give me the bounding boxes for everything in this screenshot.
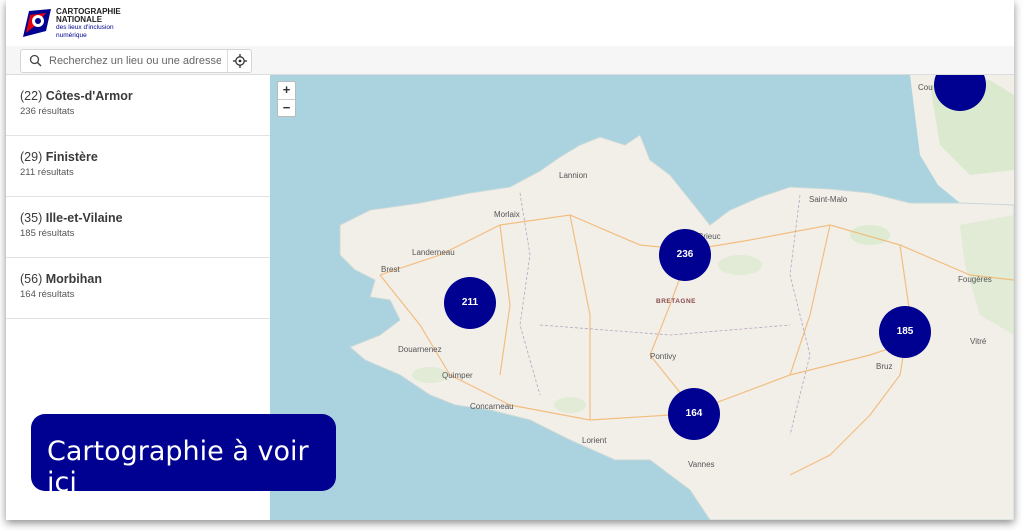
cluster-marker[interactable]: 211 <box>444 277 496 329</box>
place-label: Brest <box>381 265 400 274</box>
place-label: Concarneau <box>470 402 514 411</box>
cluster-marker[interactable]: 185 <box>879 306 931 358</box>
department-label: Finistère <box>45 150 98 164</box>
list-item[interactable]: (56) Morbihan 164 résultats <box>6 258 270 319</box>
place-label: Quimper <box>442 371 473 380</box>
cluster-marker[interactable]: 236 <box>659 229 711 281</box>
search-box <box>20 49 252 73</box>
search-input[interactable] <box>49 52 221 69</box>
header: CARTOGRAPHIE NATIONALE des lieux d'inclu… <box>6 0 1014 47</box>
department-code: (35) <box>20 211 43 225</box>
place-label: Pontivy <box>650 352 677 361</box>
place-label: Vannes <box>688 460 715 469</box>
place-label: Lannion <box>559 171 588 180</box>
banner-text: Cartographie à voir ici <box>47 436 309 498</box>
department-results: 211 résultats <box>20 167 74 178</box>
department-label: Côtes-d'Armor <box>45 89 133 103</box>
department-name: (22) Côtes-d'Armor <box>20 89 133 103</box>
department-results: 236 résultats <box>20 106 75 117</box>
zoom-in-button[interactable]: + <box>278 82 295 100</box>
department-code: (56) <box>20 272 43 286</box>
place-label: Morlaix <box>494 210 520 219</box>
department-code: (29) <box>20 150 43 164</box>
logo-line4: numérique <box>56 32 87 39</box>
zoom-out-button[interactable]: − <box>278 100 295 117</box>
logo-text: CARTOGRAPHIE NATIONALE des lieux d'inclu… <box>56 8 121 40</box>
locate-button[interactable] <box>227 50 252 72</box>
logo-icon <box>23 9 51 37</box>
crosshair-icon <box>233 54 247 68</box>
place-label: Bruz <box>876 362 893 371</box>
place-label: Cou <box>918 83 933 92</box>
promo-banner: Cartographie à voir ici <box>31 414 336 498</box>
list-item[interactable]: (29) Finistère 211 résultats <box>6 136 270 197</box>
department-results: 185 résultats <box>20 228 75 239</box>
place-label: Douarnenez <box>398 345 442 354</box>
cluster-marker[interactable]: 164 <box>668 388 720 440</box>
map[interactable]: + − Lannion Morlaix Saint-Malo Brieuc La… <box>270 75 1014 520</box>
zoom-control: + − <box>277 81 296 117</box>
place-label: Saint-Malo <box>809 195 848 204</box>
list-item[interactable]: (22) Côtes-d'Armor 236 résultats <box>6 75 270 136</box>
place-label: Fougères <box>958 275 992 284</box>
search-icon <box>29 54 42 67</box>
search-bar <box>6 46 1014 75</box>
department-name: (35) Ille-et-Vilaine <box>20 211 123 225</box>
list-item[interactable]: (35) Ille-et-Vilaine 185 résultats <box>6 197 270 258</box>
department-code: (22) <box>20 89 43 103</box>
department-results: 164 résultats <box>20 289 75 300</box>
department-name: (29) Finistère <box>20 150 98 164</box>
logo-line2: NATIONALE <box>56 15 103 24</box>
region-label: BRETAGNE <box>656 298 696 305</box>
logo-line3: des lieux d'inclusion <box>56 24 114 31</box>
department-label: Ille-et-Vilaine <box>45 211 123 225</box>
department-label: Morbihan <box>45 272 102 286</box>
place-label: Lorient <box>582 436 607 445</box>
department-name: (56) Morbihan <box>20 272 102 286</box>
map-background <box>270 75 1014 520</box>
place-label: Vitré <box>970 337 987 346</box>
place-label: Landerneau <box>412 248 455 257</box>
